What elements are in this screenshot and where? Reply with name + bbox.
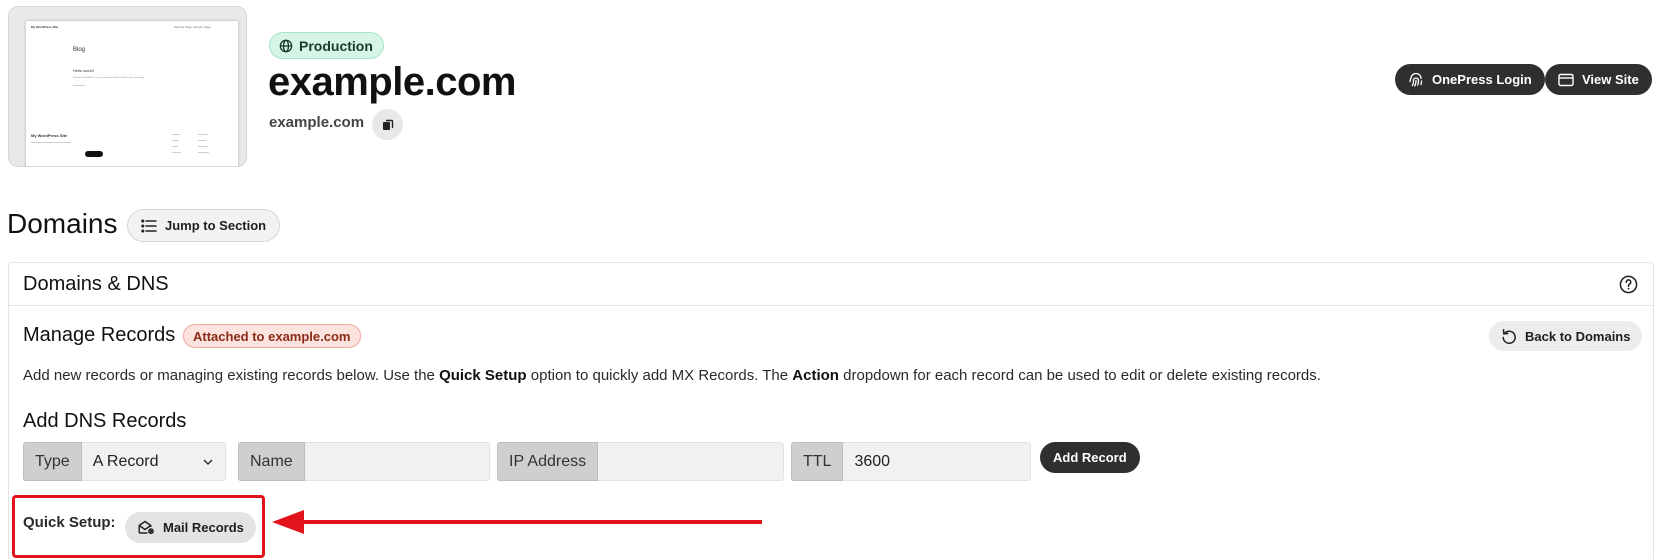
preview-site-name: My WordPress Site bbox=[31, 25, 59, 29]
fingerprint-icon bbox=[1409, 72, 1423, 87]
jump-to-section-button[interactable]: Jump to Section bbox=[127, 209, 281, 242]
add-dns-records-title: Add DNS Records bbox=[23, 410, 187, 432]
ttl-field-group: TTL bbox=[791, 442, 1031, 481]
environment-badge: Production bbox=[269, 32, 384, 59]
section-title: Domains bbox=[7, 208, 118, 239]
manage-records-title: Manage Records bbox=[23, 324, 176, 346]
back-to-domains-button[interactable]: Back to Domains bbox=[1489, 321, 1643, 351]
type-label: Type bbox=[23, 442, 82, 481]
preview-footer-link bbox=[172, 152, 181, 153]
card-title: Domains & DNS bbox=[23, 273, 169, 295]
ip-address-input[interactable] bbox=[598, 442, 784, 481]
description-text: dropdown for each record can be used to … bbox=[838, 367, 1321, 384]
preview-nav: Sample Page Sample Page bbox=[174, 25, 211, 29]
name-field-group: Name bbox=[238, 442, 490, 481]
description-text: option to quickly add MX Records. The bbox=[526, 367, 793, 384]
preview-footer-link bbox=[198, 146, 208, 147]
description-text: Add new records or managing existing rec… bbox=[23, 367, 440, 384]
chevron-down-icon bbox=[203, 458, 213, 465]
jump-to-section-label: Jump to Section bbox=[165, 218, 267, 233]
onepress-login-button[interactable]: OnePress Login bbox=[1395, 64, 1545, 95]
site-preview-page: My WordPress Site Sample Page Sample Pag… bbox=[26, 21, 238, 166]
preview-footer-link bbox=[198, 134, 208, 135]
annotation-arrow bbox=[272, 510, 762, 534]
ip-address-field-group: IP Address bbox=[497, 442, 784, 481]
preview-footer-site: My WordPress Site bbox=[31, 133, 68, 138]
globe-icon bbox=[279, 39, 293, 52]
preview-button bbox=[85, 151, 103, 157]
undo-arrow-icon bbox=[1502, 329, 1516, 344]
record-type-value: A Record bbox=[92, 452, 159, 470]
back-to-domains-label: Back to Domains bbox=[1525, 328, 1631, 344]
preview-footer-link bbox=[172, 140, 179, 141]
preview-post-title: Hello world! bbox=[73, 68, 94, 73]
browser-window-icon bbox=[1558, 73, 1574, 86]
copy-domain-button[interactable] bbox=[372, 109, 403, 140]
site-domain: example.com bbox=[269, 114, 365, 131]
preview-post-excerpt: Welcome to WordPress. This is your first… bbox=[73, 77, 145, 79]
onepress-login-label: OnePress Login bbox=[1432, 72, 1532, 87]
add-record-button[interactable]: Add Record bbox=[1040, 442, 1140, 473]
preview-divider bbox=[73, 85, 85, 86]
ttl-input[interactable] bbox=[843, 442, 1031, 481]
preview-footer-link bbox=[172, 134, 180, 135]
type-field-group: Type A Record bbox=[23, 442, 226, 481]
name-label: Name bbox=[238, 442, 305, 481]
preview-footer-line bbox=[31, 142, 71, 143]
record-type-select[interactable]: A Record bbox=[81, 442, 226, 481]
ip-address-label: IP Address bbox=[497, 442, 599, 481]
copy-icon bbox=[382, 119, 393, 130]
records-description: Add new records or managing existing rec… bbox=[23, 367, 1321, 384]
preview-heading: Blog bbox=[73, 47, 86, 53]
help-icon[interactable] bbox=[1619, 275, 1638, 294]
ttl-label: TTL bbox=[791, 442, 844, 481]
description-quick-setup: Quick Setup bbox=[439, 367, 527, 384]
list-icon bbox=[141, 218, 157, 233]
attached-domain-badge: Attached to example.com bbox=[183, 324, 361, 348]
name-input[interactable] bbox=[304, 442, 490, 481]
description-action: Action bbox=[792, 367, 839, 384]
card-header: Domains & DNS bbox=[9, 263, 1653, 306]
view-site-button[interactable]: View Site bbox=[1545, 64, 1652, 95]
environment-label: Production bbox=[299, 37, 373, 54]
preview-footer-link bbox=[172, 146, 178, 147]
site-preview-thumbnail[interactable]: My WordPress Site Sample Page Sample Pag… bbox=[8, 6, 247, 167]
view-site-label: View Site bbox=[1582, 72, 1639, 87]
preview-footer-link bbox=[198, 140, 206, 141]
site-title: example.com bbox=[268, 60, 516, 104]
preview-footer-link bbox=[198, 152, 209, 153]
annotation-highlight-box bbox=[12, 495, 265, 558]
